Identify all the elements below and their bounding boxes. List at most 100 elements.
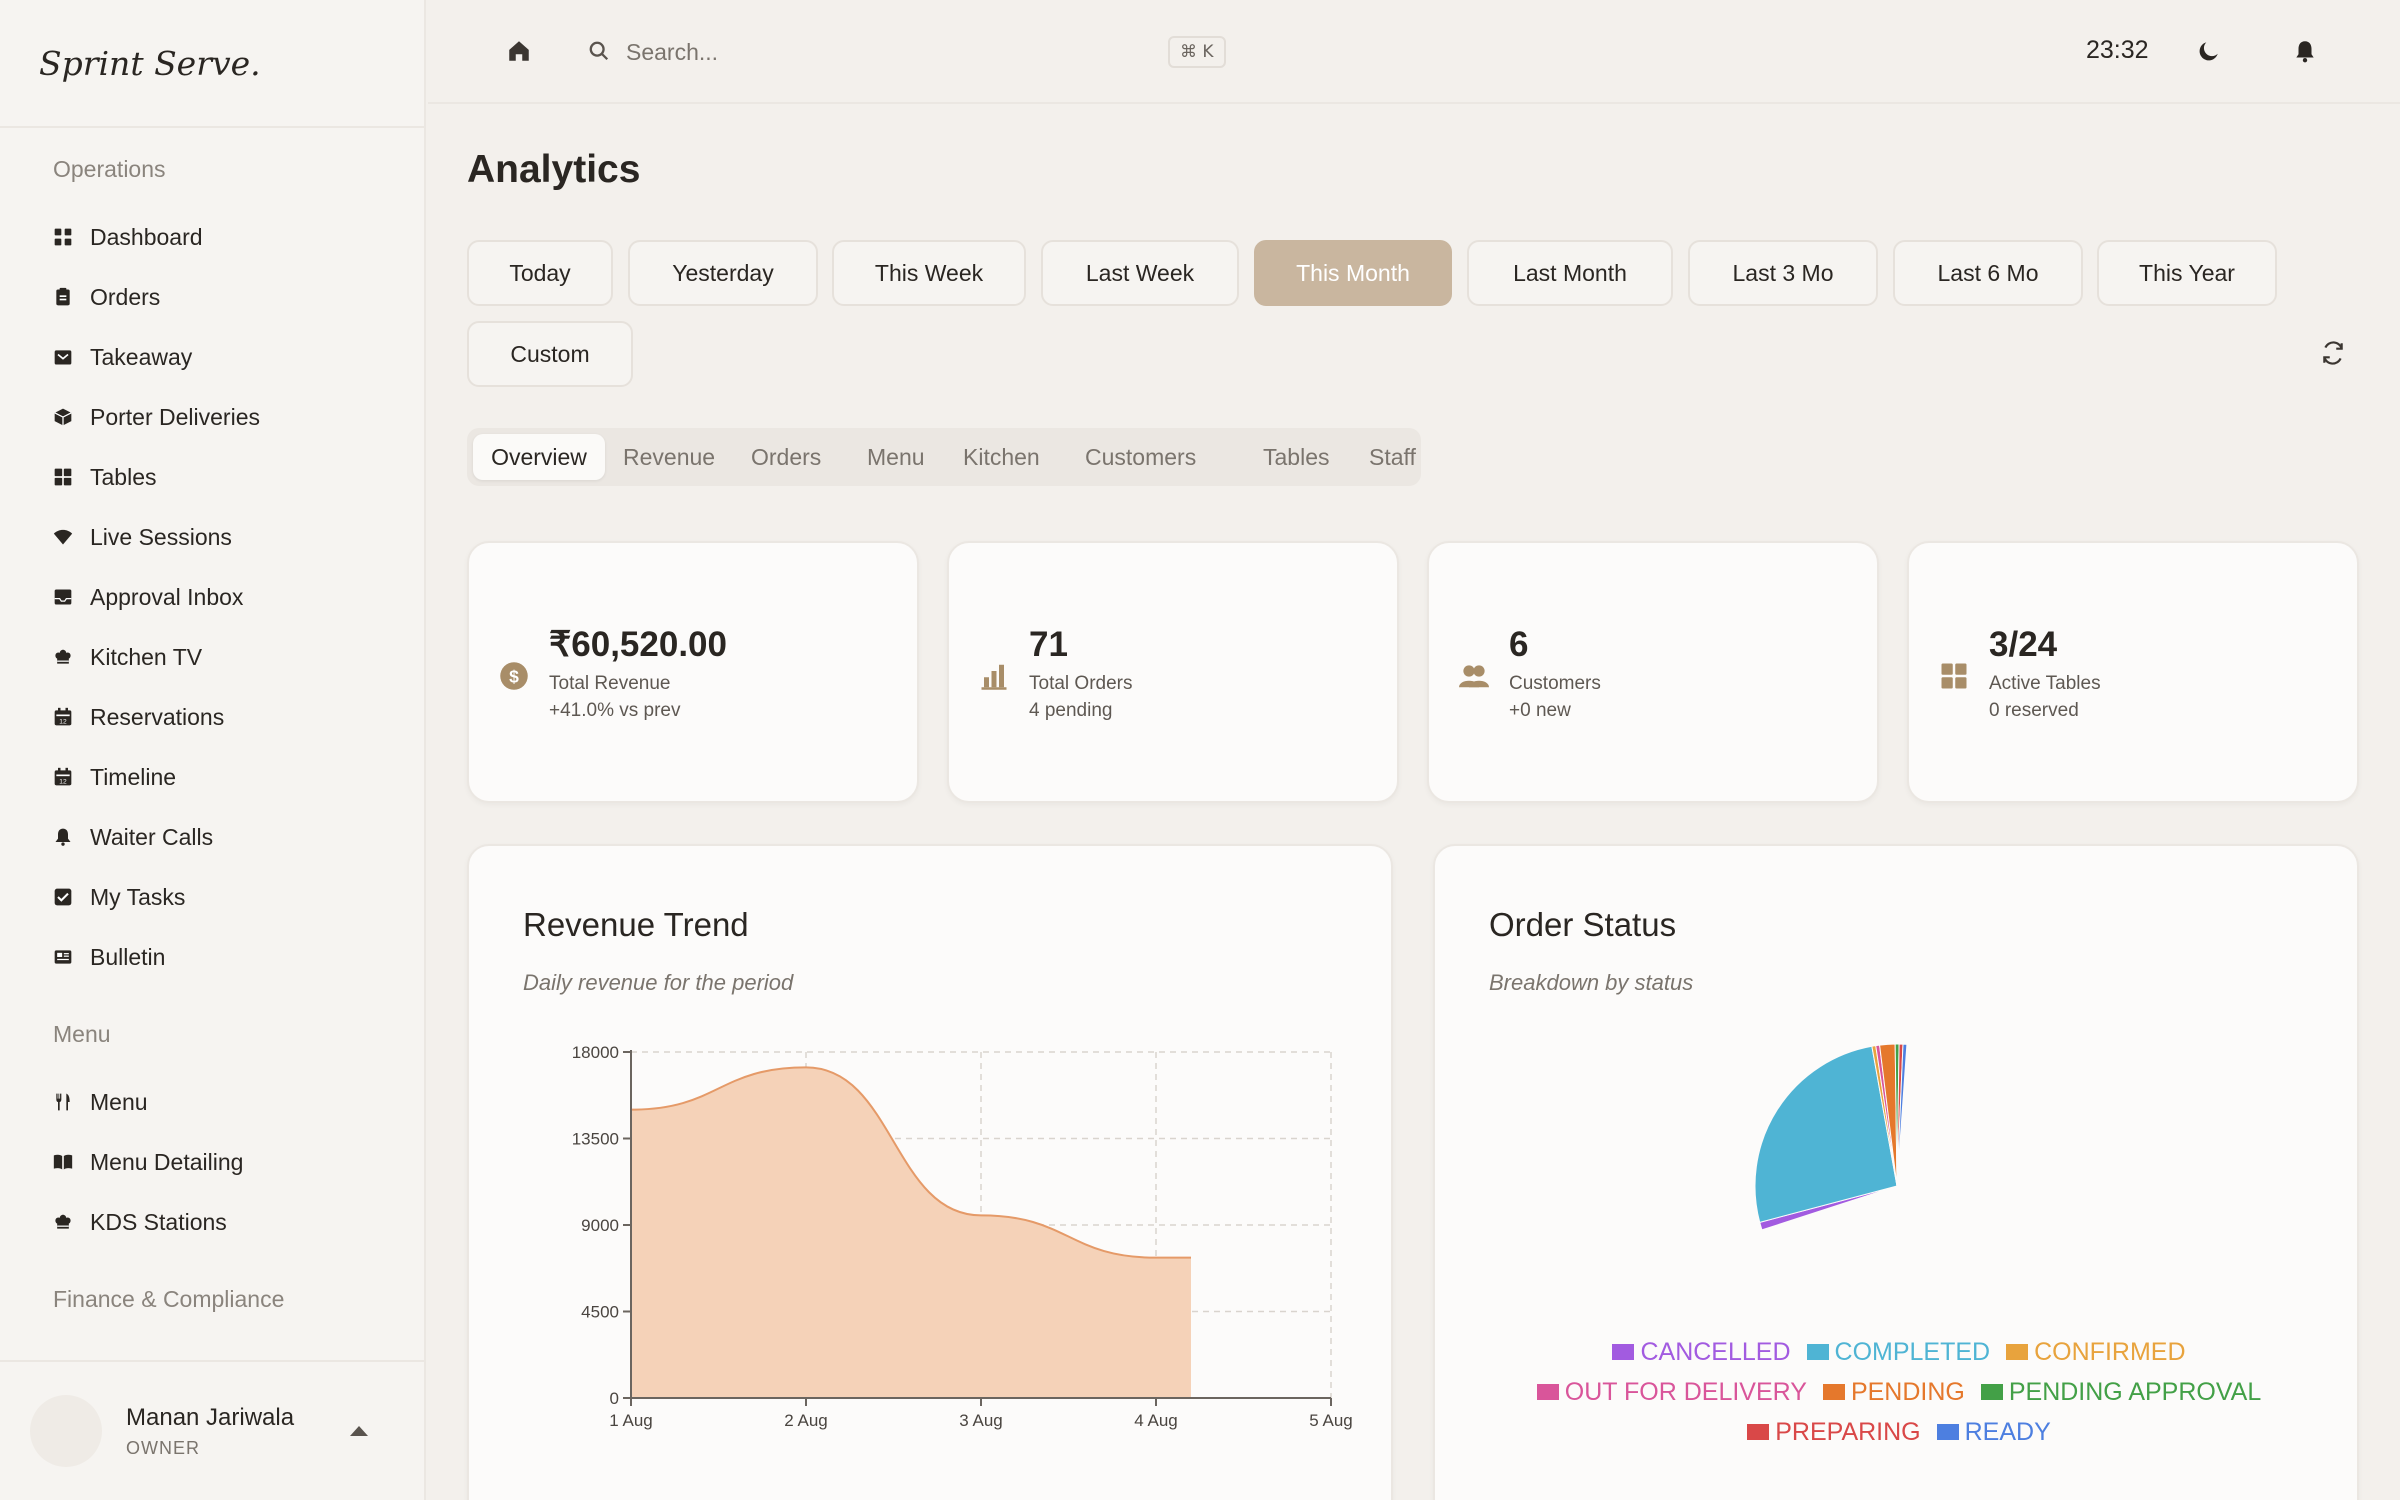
sidebar-item-takeaway[interactable]: Takeaway: [0, 327, 424, 387]
sidebar-item-porter-deliveries[interactable]: Porter Deliveries: [0, 387, 424, 447]
stat-label: Total Orders: [1029, 673, 1133, 694]
tab-overview[interactable]: Overview: [473, 434, 605, 480]
bar-chart-icon: [979, 661, 1009, 691]
clipboard-icon: [53, 287, 73, 307]
sidebar-item-timeline[interactable]: 12 Timeline: [0, 747, 424, 807]
legend-label: PENDING APPROVAL: [2008, 1378, 2262, 1406]
range-this-month-button[interactable]: This Month: [1254, 240, 1452, 306]
range-today-button[interactable]: Today: [467, 240, 613, 306]
y-tick-label: 18000: [572, 1043, 619, 1062]
legend-swatch: [1936, 1424, 1959, 1440]
legend-label: CONFIRMED: [2034, 1338, 2186, 1366]
sidebar-item-label: Waiter Calls: [90, 823, 214, 850]
svg-text:$: $: [509, 666, 519, 686]
tab-kitchen[interactable]: Kitchen: [963, 434, 1067, 480]
legend-item[interactable]: PENDING APPROVAL: [1980, 1372, 2262, 1412]
refresh-icon[interactable]: [2320, 340, 2346, 366]
range-last-month-button[interactable]: Last Month: [1467, 240, 1673, 306]
range-last-6-mo-button[interactable]: Last 6 Mo: [1893, 240, 2083, 306]
coin-icon: $: [499, 661, 529, 691]
range-this-year-button[interactable]: This Year: [2097, 240, 2277, 306]
takeaway-icon: [53, 347, 73, 367]
range-last-week-button[interactable]: Last Week: [1041, 240, 1239, 306]
sidebar-item-label: Timeline: [90, 763, 177, 790]
search-icon: [589, 41, 609, 61]
sidebar-item-waiter-calls[interactable]: Waiter Calls: [0, 807, 424, 867]
pie-slice-completed[interactable]: [1754, 1045, 1898, 1223]
range-last-3-mo-button[interactable]: Last 3 Mo: [1688, 240, 1878, 306]
legend-swatch: [1822, 1384, 1845, 1400]
search-input[interactable]: [626, 30, 1146, 74]
sidebar-item-label: Menu: [90, 1088, 148, 1115]
sidebar-item-reservations[interactable]: 12 Reservations: [0, 687, 424, 747]
sidebar-item-bulletin[interactable]: Bulletin: [0, 927, 424, 987]
nav-section-title: Finance & Compliance: [53, 1286, 285, 1312]
stat-label: Active Tables: [1989, 673, 2101, 694]
brand-logo[interactable]: Sprint Serve.: [0, 0, 424, 128]
legend-label: CANCELLED: [1640, 1338, 1791, 1366]
sidebar-item-kds-stations[interactable]: KDS Stations: [0, 1192, 424, 1252]
legend-swatch: [1612, 1344, 1635, 1360]
clock: 23:32: [2086, 36, 2149, 64]
sidebar-item-kitchen-tv[interactable]: Kitchen TV: [0, 627, 424, 687]
user-name: Manan Jariwala: [126, 1403, 295, 1431]
legend-item[interactable]: COMPLETED: [1806, 1332, 1991, 1372]
legend-item[interactable]: CANCELLED: [1612, 1332, 1791, 1372]
sidebar-item-label: KDS Stations: [90, 1208, 227, 1235]
stat-value: 3/24: [1989, 625, 2058, 664]
nav-section-title: Menu: [53, 1021, 111, 1047]
tab-orders[interactable]: Orders: [751, 434, 847, 480]
x-tick-label: 3 Aug: [959, 1411, 1003, 1430]
sidebar-item-my-tasks[interactable]: My Tasks: [0, 867, 424, 927]
page-title: Analytics: [467, 148, 641, 191]
tab-menu[interactable]: Menu: [867, 434, 945, 480]
sidebar-item-label: My Tasks: [90, 883, 186, 910]
legend-item[interactable]: PENDING: [1822, 1372, 1965, 1412]
chef-hat-icon: [53, 647, 73, 667]
range-custom-button[interactable]: Custom: [467, 321, 633, 387]
legend-label: PENDING: [1850, 1378, 1965, 1406]
tab-staff[interactable]: Staff: [1369, 434, 1439, 480]
sidebar-item-tables[interactable]: Tables: [0, 447, 424, 507]
sidebar-item-menu[interactable]: Menu: [0, 1072, 424, 1132]
sidebar-item-orders[interactable]: Orders: [0, 267, 424, 327]
sidebar-item-dashboard[interactable]: Dashboard: [0, 207, 424, 267]
newspaper-icon: [53, 947, 73, 967]
home-icon[interactable]: [506, 38, 532, 64]
legend-item[interactable]: OUT FOR DELIVERY: [1536, 1372, 1807, 1412]
calendar-icon: 12: [53, 707, 73, 727]
sidebar-item-label: Menu Detailing: [90, 1148, 244, 1175]
bell-icon[interactable]: [2292, 38, 2318, 64]
legend-swatch: [1536, 1384, 1559, 1400]
tab-customers[interactable]: Customers: [1085, 434, 1245, 480]
legend-item[interactable]: CONFIRMED: [2006, 1332, 2186, 1372]
range-yesterday-button[interactable]: Yesterday: [628, 240, 818, 306]
nav-section-title: Operations: [53, 156, 166, 182]
tab-revenue[interactable]: Revenue: [623, 434, 733, 480]
sidebar-item-label: Dashboard: [90, 223, 203, 250]
legend-item[interactable]: PREPARING: [1747, 1412, 1921, 1452]
range-this-week-button[interactable]: This Week: [832, 240, 1026, 306]
y-tick-label: 0: [610, 1389, 619, 1408]
legend-label: COMPLETED: [1834, 1338, 1991, 1366]
legend-item[interactable]: READY: [1936, 1412, 2051, 1452]
utensils-icon: [53, 1092, 73, 1112]
avatar[interactable]: [30, 1395, 102, 1467]
chef-hat-icon: [53, 1212, 73, 1232]
sidebar-item-menu-detailing[interactable]: Menu Detailing: [0, 1132, 424, 1192]
sidebar-item-approval-inbox[interactable]: Approval Inbox: [0, 567, 424, 627]
user-role: OWNER: [126, 1437, 200, 1458]
sidebar-item-label: Orders: [90, 283, 161, 310]
users-icon: [1459, 661, 1489, 691]
legend-swatch: [1980, 1384, 2003, 1400]
grid-icon: [1939, 661, 1969, 691]
sidebar-item-live-sessions[interactable]: Live Sessions: [0, 507, 424, 567]
stat-card: $ ₹60,520.00 Total Revenue +41.0% vs pre…: [467, 541, 919, 803]
sidebar-item-label: Reservations: [90, 703, 225, 730]
moon-icon[interactable]: [2196, 38, 2222, 64]
sidebar-item-label: Porter Deliveries: [90, 403, 260, 430]
sidebar-item-label: Live Sessions: [90, 523, 232, 550]
caret-up-icon[interactable]: [350, 1426, 368, 1436]
user-profile[interactable]: Manan Jariwala OWNER: [0, 1360, 424, 1500]
tab-tables[interactable]: Tables: [1263, 434, 1353, 480]
